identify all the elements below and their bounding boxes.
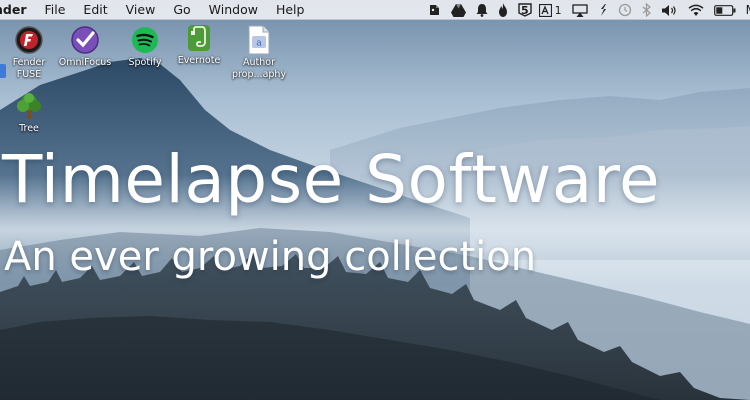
menu-edit[interactable]: Edit bbox=[74, 0, 116, 20]
desktop-icon-author-document[interactable]: a Author prop...aphy bbox=[228, 24, 290, 81]
evernote-menubar-icon[interactable] bbox=[422, 0, 446, 20]
menu-bar: nder File Edit View Go Window Help 5 1 bbox=[0, 0, 750, 20]
display-badge-text: 5 bbox=[520, 3, 529, 17]
time-machine-icon[interactable] bbox=[613, 0, 637, 20]
adobe-creative-cloud-icon[interactable]: 1 bbox=[534, 0, 567, 20]
desktop-icon-tree[interactable]: Tree bbox=[0, 90, 60, 135]
menu-file[interactable]: File bbox=[36, 0, 75, 20]
display-badge-icon[interactable]: 5 bbox=[513, 0, 534, 20]
desktop-icon-label: Tree bbox=[19, 123, 39, 134]
desktop-icon-label: Evernote bbox=[177, 55, 221, 66]
volume-icon[interactable] bbox=[656, 0, 683, 20]
fender-fuse-icon bbox=[13, 24, 45, 56]
dollar-sign-icon[interactable] bbox=[593, 0, 613, 20]
menu-bar-left: nder File Edit View Go Window Help bbox=[0, 0, 313, 20]
overlay-title: Timelapse Software bbox=[2, 141, 661, 218]
desktop-icon-label: Fender bbox=[12, 57, 46, 68]
desktop-icon-label-line2: FUSE bbox=[16, 69, 42, 80]
menu-bar-extras: 5 1 M bbox=[422, 0, 750, 20]
menu-go[interactable]: Go bbox=[164, 0, 199, 20]
wifi-icon[interactable] bbox=[683, 0, 709, 20]
desktop-icon-label: Author bbox=[243, 57, 275, 68]
menu-help[interactable]: Help bbox=[267, 0, 314, 20]
spotify-icon bbox=[129, 24, 161, 56]
menubar-clock[interactable]: M bbox=[741, 0, 750, 20]
desktop-icon-spotify[interactable]: Spotify bbox=[114, 24, 176, 69]
desktop-icon-evernote[interactable]: Evernote bbox=[168, 22, 230, 67]
omnifocus-icon bbox=[69, 24, 101, 56]
flame-icon[interactable] bbox=[493, 0, 513, 20]
bluetooth-icon[interactable] bbox=[637, 0, 656, 20]
document-icon: a bbox=[243, 24, 275, 56]
battery-icon[interactable] bbox=[709, 0, 741, 20]
desktop-icon-label-line2: prop...aphy bbox=[231, 69, 287, 80]
menu-view[interactable]: View bbox=[117, 0, 165, 20]
desktop-icon-label: OmniFocus bbox=[58, 57, 112, 68]
adobe-badge-count: 1 bbox=[554, 3, 562, 17]
desktop-icon-fender-fuse[interactable]: Fender FUSE bbox=[0, 24, 60, 81]
menu-window[interactable]: Window bbox=[200, 0, 267, 20]
airplay-icon[interactable] bbox=[567, 0, 593, 20]
evernote-icon bbox=[183, 22, 215, 54]
menu-app-finder[interactable]: nder bbox=[0, 0, 36, 20]
overlay-subtitle: An ever growing collection bbox=[4, 234, 537, 280]
notification-bell-icon[interactable] bbox=[471, 0, 493, 20]
svg-text:a: a bbox=[256, 39, 262, 49]
desktop-icon-label: Spotify bbox=[128, 57, 162, 68]
tree-icon bbox=[13, 90, 45, 122]
desktop-icon-omnifocus[interactable]: OmniFocus bbox=[54, 24, 116, 69]
google-drive-icon[interactable] bbox=[446, 0, 471, 20]
